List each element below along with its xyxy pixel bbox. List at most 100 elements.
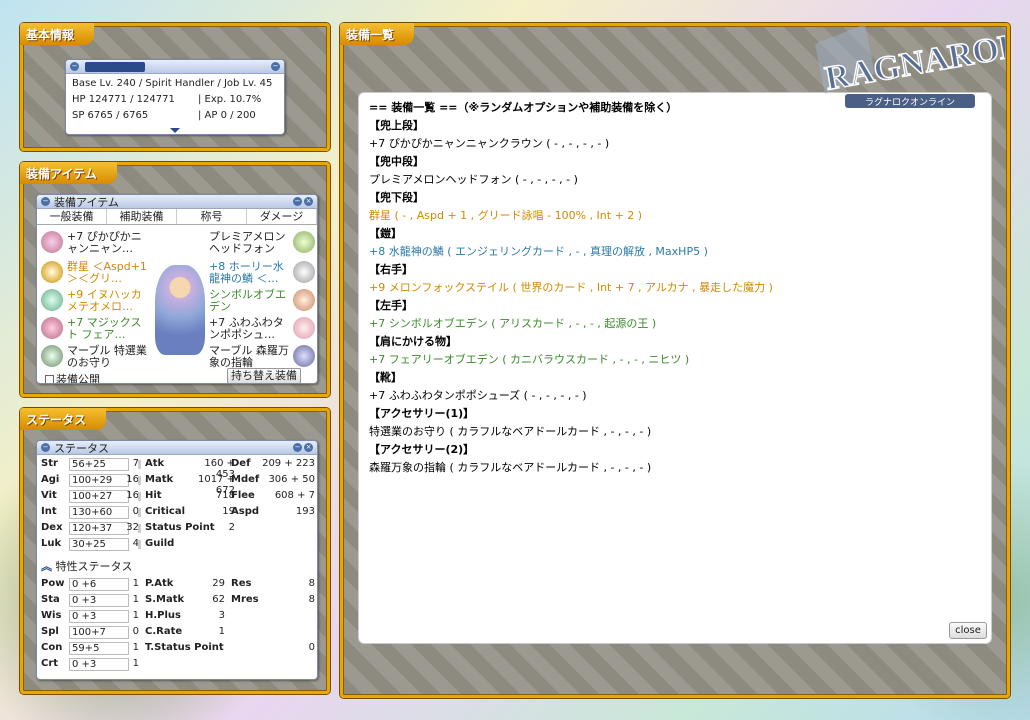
equip-slot-left-hand[interactable]: シンボルオブエデン [209,289,289,313]
list-heading: 【左手】 [369,299,413,312]
trait-value: 0 +3 [69,658,129,671]
equip-slot-top[interactable]: +7 ぴかぴかニャンニャン… [67,231,147,255]
stat-up-arrow[interactable] [138,492,141,501]
stat-name: Vit [41,490,57,501]
minimize-icon[interactable]: − [293,197,302,206]
trait-name: Con [41,642,63,653]
stat-number: 209 + 223 [262,458,315,469]
stat-label: Hit [145,490,162,501]
trait-value: 0 +3 [69,610,129,623]
trait-name: Spl [41,626,59,637]
close-button[interactable]: close [949,622,987,639]
equip-slot-accessory-2[interactable]: マーブル 森羅万象の指輪 [209,345,289,369]
stat-label: Atk [145,458,165,469]
trait-cost: 0 [132,626,139,637]
logo-subtext: ラグナロクオンライン [865,96,955,108]
ring-icon[interactable] [293,345,315,367]
list-heading: 【兜上段】 [369,119,424,132]
trait-grid: Pow 0 +6 1 Sta 0 +3 1 Wis 0 +3 1 Spl 100+7 0 Con 59+5… [37,576,317,676]
equip-list-title: 装備一覧 [340,23,415,45]
trait-cost: 1 [132,642,139,653]
list-heading: == 装備一覧 ==（※ランダムオプションや補助装備を除く） [369,101,678,114]
checkbox-icon[interactable] [45,375,54,383]
stat-up-arrow[interactable] [138,508,141,517]
trait-number: 8 [308,578,315,589]
shield-icon[interactable] [293,289,315,311]
stat-up-arrow[interactable] [138,460,141,469]
minimize-icon[interactable]: − [41,443,50,452]
stat-label: Flee [231,490,255,501]
equip-slot-lower[interactable]: 群星 ＜Aspd+1＞＜グリ… [67,261,147,285]
list-entry: +7 フェアリーオブエデン ( カニバラウスカード , - , - , ニヒツ … [369,353,690,366]
weapon-icon[interactable] [41,289,63,311]
stat-name: Luk [41,538,62,549]
equip-window[interactable]: − 装備アイテム − × 一般装備 補助装備 称号 ダメージ +7 ぴかぴかニャンニャ… [36,194,318,384]
stat-up-arrow[interactable] [138,540,141,549]
list-heading: 【兜中段】 [369,155,424,168]
equip-item-panel: 装備アイテム − 装備アイテム − × 一般装備 補助装備 称号 ダメージ +7 ぴか… [20,162,330,397]
status-window-titlebar[interactable]: − ステータス − × [37,441,317,455]
trait-cost: 1 [132,658,139,669]
equip-item-title: 装備アイテム [20,162,117,184]
garment-icon[interactable] [41,317,63,339]
lower-headgear-icon[interactable] [41,261,63,283]
tab-sub[interactable]: 補助装備 [107,209,177,224]
stat-value: 100+29 [69,474,129,487]
list-entry: +7 ぴかぴかニャンニャンクラウン ( - , - , - , - ) [369,137,610,150]
status-grid: Str 56+25 7 Agi 100+29 16 Vit 100+27 16 Int 130+60… [37,456,317,556]
close-icon[interactable]: × [304,443,313,452]
shoes-icon[interactable] [293,317,315,339]
equip-slot-shoes[interactable]: +7 ふわふわタンポポシュ… [209,317,289,341]
trait-header[interactable]: ︽ 特性ステータス [41,558,133,574]
trait-value: 0 +6 [69,578,129,591]
switch-equip-button[interactable]: 持ち替え装備 [227,368,301,383]
equip-window-titlebar[interactable]: − 装備アイテム − × [37,195,317,209]
expand-arrow-icon[interactable] [170,128,180,133]
status-title: ステータス [20,408,107,430]
tab-damage[interactable]: ダメージ [247,209,317,224]
stat-value: 56+25 [69,458,129,471]
mid-headgear-icon[interactable] [293,231,315,253]
stat-up-arrow[interactable] [138,476,141,485]
trait-number: 62 [212,594,225,605]
list-entry: +8 水龍神の鱗 ( エンジェリングカード , - , 真理の解放 , MaxH… [369,245,708,258]
close-icon[interactable]: × [304,197,313,206]
basic-info-titlebar[interactable]: − − [66,60,284,74]
equip-slot-garment[interactable]: +7 マジックスト フェア… [67,317,147,341]
trait-number: 1 [218,626,225,637]
list-entry: 群星 ( - , Aspd + 1 , グリード詠唱 - 100% , Int … [369,209,643,222]
headgear-icon[interactable] [41,231,63,253]
status-window[interactable]: − ステータス − × Str 56+25 7 Agi 100+29 16 Vit 100+27 16… [36,440,318,680]
stat-name: Agi [41,474,60,485]
stat-name: Dex [41,522,63,533]
equip-slot-accessory-1[interactable]: マーブル 特選業のお守り [67,345,147,369]
basic-info-window[interactable]: − − Base Lv. 240 / Spirit Handler / Job L… [65,59,285,135]
equip-slot-right-hand[interactable]: +9 イヌハッカメテオメロ… [67,289,147,313]
trait-label: Mres [231,594,259,605]
list-entry: +9 メロンフォックステイル ( 世界のカード , Int + 7 , アルカナ… [369,281,773,294]
stat-label: Aspd [231,506,260,517]
trait-label: Res [231,578,252,589]
minimize-icon[interactable]: − [293,443,302,452]
list-entry: +7 シンボルオブエデン ( アリスカード , - , - , 起源の王 ) [369,317,657,330]
public-checkbox[interactable]: 装備公開 [45,371,100,383]
stat-up-arrow[interactable] [138,524,141,533]
equip-slot-armor[interactable]: +8 ホーリー水龍神の鱗 ＜… [209,261,289,285]
armor-icon[interactable] [293,261,315,283]
accessory-icon[interactable] [41,345,63,367]
basic-info-panel: 基本情報 − − Base Lv. 240 / Spirit Handler / … [20,23,330,151]
minimize-icon[interactable]: − [41,197,50,206]
stat-label: Critical [145,506,186,517]
minimize-icon[interactable]: − [271,62,280,71]
minimize-icon[interactable]: − [70,62,79,71]
collapse-icon[interactable]: ︽ [41,560,52,573]
equip-slot-mid[interactable]: プレミアメロンヘッドフォン [209,231,289,255]
basic-info-title: 基本情報 [20,23,95,45]
trait-number: 3 [218,610,225,621]
stat-name: Str [41,458,58,469]
stat-cost: 7 [132,458,139,469]
stat-label: Mdef [231,474,260,485]
tab-general[interactable]: 一般装備 [37,209,107,224]
tab-title[interactable]: 称号 [177,209,247,224]
list-entry: 森羅万象の指輪 ( カラフルなベアドールカード , - , - , - ) [369,461,652,474]
